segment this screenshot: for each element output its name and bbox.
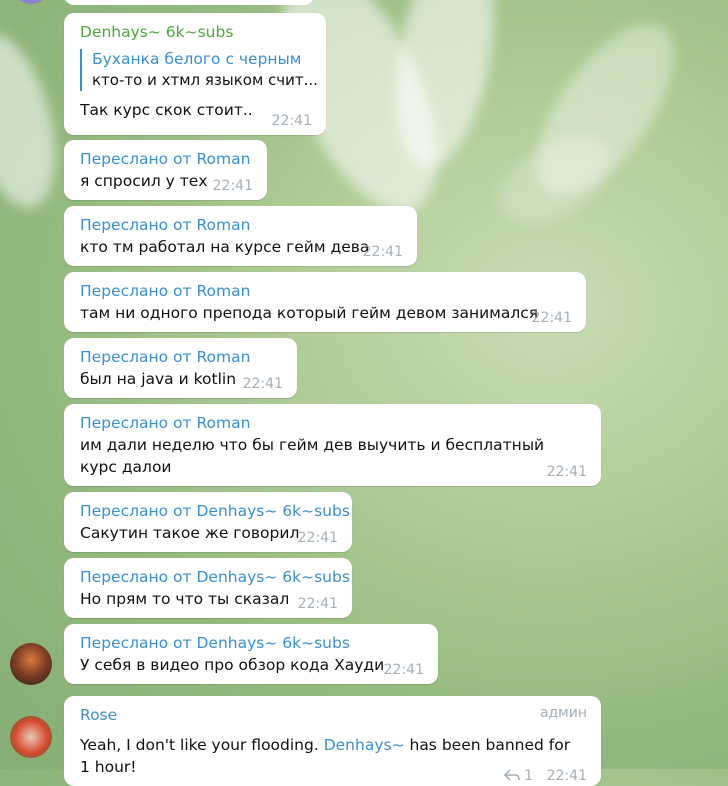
forwarded-from[interactable]: Переслано от Roman (80, 214, 401, 236)
message-time: 22:41 (546, 768, 587, 784)
message-bubble[interactable]: Denhays~ 6k~subs Буханка белого с черным… (64, 13, 326, 135)
message-time: 22:41 (362, 244, 403, 260)
message-text: там ни одного препода который гейм девом… (80, 304, 539, 322)
message-bubble[interactable]: Переслано от Denhays~ 6k~subs У себя в в… (64, 624, 438, 684)
forwarded-from[interactable]: Переслано от Roman (80, 412, 585, 434)
message-bubble[interactable]: Переслано от Roman им дали неделю что бы… (64, 404, 601, 486)
message-time: 22:41 (297, 530, 338, 546)
message-time: 22:41 (297, 596, 338, 612)
sender-name[interactable]: Rose (80, 704, 581, 726)
message-time: 22:41 (212, 178, 253, 194)
message-text: им дали неделю что бы гейм дев выучить и… (80, 436, 545, 476)
reply-arrow-icon (503, 768, 524, 784)
message-text: кто тм работал на курсе гейм дева (80, 238, 370, 256)
message-bubble[interactable]: Rose админ Yeah, I don't like your flood… (64, 696, 601, 786)
message-time: 22:41 (546, 464, 587, 480)
message-bubble-partial (64, 0, 314, 5)
forwarded-from[interactable]: Переслано от Roman (80, 148, 251, 170)
message-time: 22:41 (242, 376, 283, 392)
forwarded-from[interactable]: Переслано от Denhays~ 6k~subs (80, 566, 350, 588)
avatar[interactable] (10, 716, 52, 758)
replies-counter[interactable]: 1 (503, 768, 533, 784)
message-time: 22:41 (531, 310, 572, 326)
message-time: 22:41 (271, 113, 312, 129)
forwarded-from[interactable]: Переслано от Roman (80, 280, 570, 302)
reply-text: кто-то и хтмл языком счит... (92, 71, 318, 89)
message-bubble[interactable]: Переслано от Roman там ни одного препода… (64, 272, 586, 332)
message-bubble[interactable]: Переслано от Roman я спросил у тех 22:41 (64, 140, 267, 200)
user-mention-link[interactable]: Denhays~ (324, 736, 405, 754)
forwarded-from[interactable]: Переслано от Roman (80, 346, 281, 368)
message-text: У себя в видео про обзор кода Хауди (80, 656, 385, 674)
avatar[interactable] (10, 643, 52, 685)
replies-count: 1 (524, 768, 533, 784)
forwarded-from[interactable]: Переслано от Denhays~ 6k~subs (80, 500, 350, 522)
forwarded-from[interactable]: Переслано от Denhays~ 6k~subs (80, 632, 422, 654)
message-bubble[interactable]: Переслано от Roman кто тм работал на кур… (64, 206, 417, 266)
avatar[interactable] (12, 0, 50, 4)
message-bubble[interactable]: Переслано от Denhays~ 6k~subs Но прям то… (64, 558, 352, 618)
sender-name[interactable]: Denhays~ 6k~subs (80, 21, 310, 43)
message-bubble[interactable]: Переслано от Roman был на java и kotlin … (64, 338, 297, 398)
admin-badge: админ (539, 705, 587, 721)
reply-quote[interactable]: Буханка белого с черным кто-то и хтмл яз… (80, 49, 318, 91)
reply-author: Буханка белого с черным (92, 50, 302, 68)
message-bubble[interactable]: Переслано от Denhays~ 6k~subs Сакутин та… (64, 492, 352, 552)
message-text-part: Yeah, I don't like your flooding. (80, 736, 324, 754)
background-petal (0, 22, 72, 218)
message-time: 22:41 (383, 662, 424, 678)
